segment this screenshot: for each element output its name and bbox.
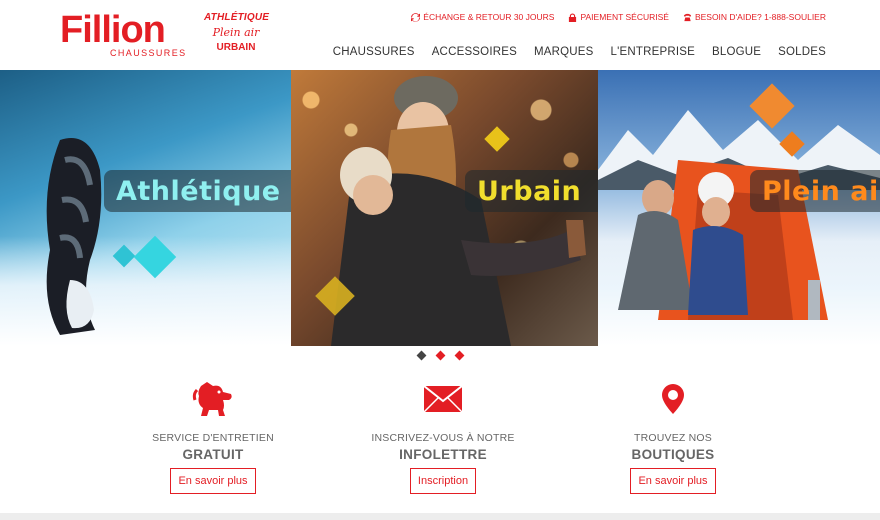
nav-item-entreprise[interactable]: L'ENTREPRISE bbox=[611, 46, 695, 58]
feature-boutiques-line2: BOUTIQUES bbox=[631, 447, 715, 462]
fillion-logo[interactable]: Fillion CHAUSSURES bbox=[60, 9, 188, 58]
map-pin-icon bbox=[662, 384, 684, 414]
nav-item-accessoires[interactable]: ACCESSOIRES bbox=[432, 46, 517, 58]
map-pin-icon-wrap bbox=[568, 380, 778, 418]
hero-panel-urbain[interactable]: Urbain bbox=[291, 70, 598, 346]
hero-label-box-athletique: Athlétique bbox=[104, 170, 291, 212]
logo-wordmark: Fillion bbox=[60, 9, 166, 51]
site-header: Fillion CHAUSSURES ATHLÉTIQUE Plein air … bbox=[0, 0, 880, 70]
nav-item-soldes[interactable]: SOLDES bbox=[778, 46, 826, 58]
utility-bar: ÉCHANGE & RETOUR 30 JOURS PAIEMENT SÉCUR… bbox=[411, 12, 826, 22]
feature-infolettre-line2: INFOLETTRE bbox=[399, 447, 487, 462]
learn-more-entretien-button[interactable]: En savoir plus bbox=[170, 468, 256, 494]
carousel-dot-3[interactable] bbox=[454, 350, 464, 361]
feature-infolettre-line1: INSCRIVEZ-VOUS À NOTRE bbox=[371, 432, 515, 444]
feature-entretien-line2: GRATUIT bbox=[182, 447, 244, 462]
hero-label-box-urbain: Urbain bbox=[465, 170, 598, 212]
nav-item-blogue[interactable]: BLOGUE bbox=[712, 46, 761, 58]
secure-payment-label: PAIEMENT SÉCURISÉ bbox=[580, 12, 669, 22]
feature-boutiques: TROUVEZ NOS BOUTIQUES En savoir plus bbox=[568, 380, 778, 494]
logo-subtitle: CHAUSSURES bbox=[110, 48, 187, 58]
secure-payment-link[interactable]: PAIEMENT SÉCURISÉ bbox=[568, 12, 669, 22]
lock-icon bbox=[569, 12, 577, 22]
phone-icon bbox=[683, 13, 692, 21]
learn-more-boutiques-button[interactable]: En savoir plus bbox=[630, 468, 716, 494]
hero-panel-plein-air[interactable]: Plein air bbox=[598, 70, 880, 346]
carousel-dot-1[interactable] bbox=[416, 350, 426, 361]
feature-entretien-line1: SERVICE D'ENTRETIEN bbox=[152, 432, 274, 444]
exchange-return-link[interactable]: ÉCHANGE & RETOUR 30 JOURS bbox=[411, 12, 554, 22]
tagline-plein-air: Plein air bbox=[212, 26, 260, 39]
running-shoe-image bbox=[46, 138, 102, 335]
main-nav: CHAUSSURES ACCESSOIRES MARQUES L'ENTREPR… bbox=[333, 46, 826, 58]
envelope-icon-wrap bbox=[338, 380, 548, 418]
help-phone-label: BESOIN D'AIDE? 1-888-SOULIER bbox=[694, 12, 826, 22]
newsletter-signup-button[interactable]: Inscription bbox=[409, 468, 477, 494]
help-phone-link[interactable]: BESOIN D'AIDE? 1-888-SOULIER bbox=[683, 12, 826, 22]
hero-label-box-plein-air: Plein air bbox=[750, 170, 880, 212]
nav-item-marques[interactable]: MARQUES bbox=[534, 46, 594, 58]
feature-boutiques-line1: TROUVEZ NOS bbox=[633, 432, 713, 444]
exchange-return-label: ÉCHANGE & RETOUR 30 JOURS bbox=[423, 12, 555, 22]
hero-label-plein-air: Plein air bbox=[762, 175, 880, 207]
brand-tagline: ATHLÉTIQUE Plein air URBAIN bbox=[204, 12, 270, 54]
feature-infolettre: INSCRIVEZ-VOUS À NOTRE INFOLETTRE Inscri… bbox=[338, 380, 548, 494]
hero-banner: Athlétique Urbain Plein air bbox=[0, 70, 880, 346]
footer-strip bbox=[0, 513, 880, 520]
hero-label-athletique: Athlétique bbox=[116, 175, 281, 207]
dog-icon-wrap bbox=[108, 380, 318, 418]
envelope-icon bbox=[424, 386, 462, 412]
feature-entretien: SERVICE D'ENTRETIEN GRATUIT En savoir pl… bbox=[108, 380, 318, 494]
carousel-dot-2[interactable] bbox=[435, 350, 445, 361]
tagline-urbain: URBAIN bbox=[216, 42, 256, 53]
tagline-athletique: ATHLÉTIQUE bbox=[204, 12, 270, 23]
dog-icon bbox=[192, 382, 232, 416]
nav-item-chaussures[interactable]: CHAUSSURES bbox=[333, 46, 415, 58]
hero-panel-athletique[interactable]: Athlétique bbox=[0, 70, 291, 346]
hero-label-urbain: Urbain bbox=[477, 175, 582, 207]
refresh-icon bbox=[411, 12, 421, 22]
carousel-indicators bbox=[0, 350, 880, 361]
